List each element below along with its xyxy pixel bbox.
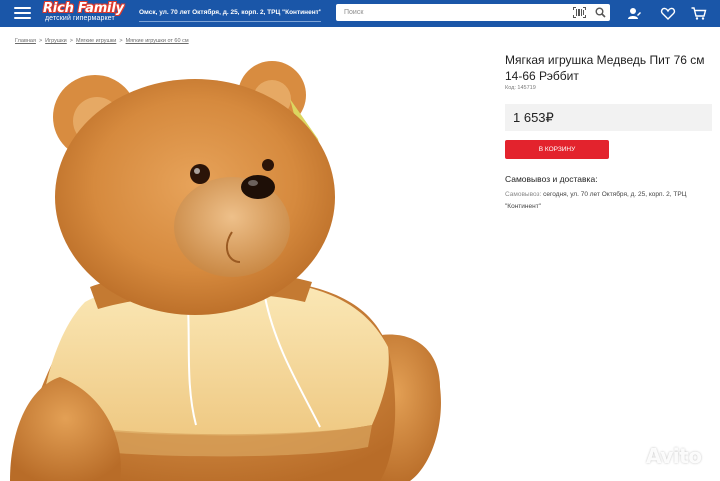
search-input[interactable]: [336, 4, 556, 21]
heart-icon[interactable]: [659, 5, 677, 22]
delivery-heading: Самовывоз и доставка:: [505, 174, 598, 184]
breadcrumb-toys[interactable]: Игрушки: [45, 38, 67, 44]
breadcrumb-soft-toys-60cm[interactable]: Мягкие игрушки от 60 см: [126, 38, 189, 44]
search-bar: [336, 4, 610, 21]
site-logo[interactable]: Rich Family детский гипермаркет: [43, 1, 133, 25]
site-header: Rich Family детский гипермаркет Омск, ул…: [0, 0, 720, 27]
avito-logo-icon: [614, 447, 639, 470]
product-photo: [0, 47, 490, 481]
menu-icon[interactable]: [12, 4, 34, 22]
barcode-icon[interactable]: [573, 7, 586, 18]
breadcrumb-home[interactable]: Главная: [15, 38, 36, 44]
store-address[interactable]: Омск, ул. 70 лет Октября, д. 25, корп. 2…: [139, 4, 321, 22]
cart-icon[interactable]: [690, 5, 708, 22]
search-icon[interactable]: [595, 7, 606, 18]
product-price: 1 653₽: [513, 110, 554, 125]
delivery-info: Самовывоз: сегодня, ул. 70 лет Октября, …: [505, 189, 715, 213]
avito-watermark: Avito: [612, 442, 712, 472]
product-code: Код: 145719: [505, 85, 536, 91]
price-box: 1 653₽: [505, 104, 712, 131]
pickup-label: Самовывоз:: [505, 191, 542, 198]
logo-subtitle: детский гипермаркет: [45, 15, 115, 22]
profile-icon[interactable]: [625, 5, 643, 22]
watermark-text: Avito: [646, 444, 702, 468]
product-title: Мягкая игрушка Медведь Пит 76 см 14-66 Р…: [505, 53, 705, 83]
add-to-cart-button[interactable]: В КОРЗИНУ: [505, 140, 609, 159]
breadcrumb-soft-toys[interactable]: Мягкие игрушки: [76, 38, 116, 44]
logo-title: Rich Family: [43, 1, 124, 16]
breadcrumb: Главная > Игрушки > Мягкие игрушки > Мягкие иг…: [15, 38, 189, 44]
